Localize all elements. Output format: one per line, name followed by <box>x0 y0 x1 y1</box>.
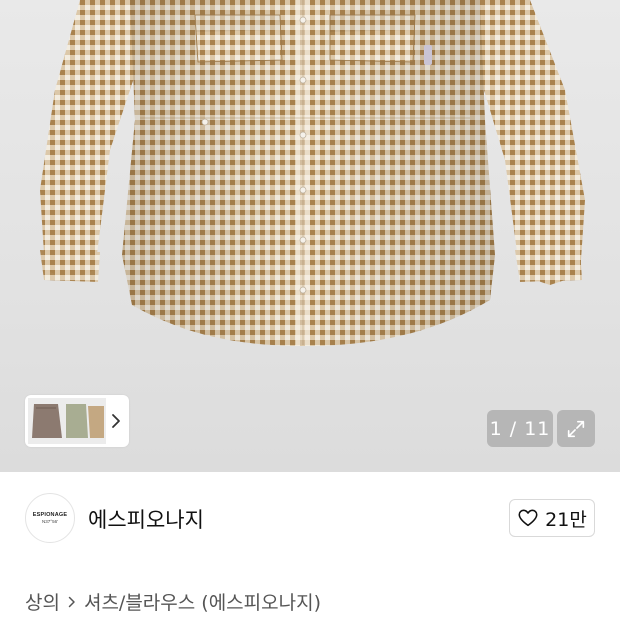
product-gallery[interactable]: 1 / 11 <box>0 0 620 472</box>
heart-outline-icon <box>518 509 538 527</box>
chevron-right-icon <box>66 595 78 609</box>
like-button[interactable]: 21만 <box>509 499 595 537</box>
variant-thumbnails[interactable] <box>28 398 106 444</box>
expand-button[interactable] <box>557 410 595 447</box>
brand-logo-subtext: N37°56' <box>42 519 58 524</box>
like-count: 21만 <box>545 508 587 531</box>
breadcrumb-category[interactable]: 상의 <box>25 588 60 615</box>
breadcrumb: 상의 셔츠/블라우스 (에스피오나지) <box>25 588 321 615</box>
brand-logo-text: ESPIONAGE <box>32 512 68 518</box>
brand-logo[interactable]: ESPIONAGE N37°56' <box>25 493 75 543</box>
brand-name[interactable]: 에스피오나지 <box>88 504 204 534</box>
brand-row: ESPIONAGE N37°56' 에스피오나지 21만 <box>0 472 620 564</box>
chevron-right-icon[interactable] <box>109 410 123 432</box>
breadcrumb-subcategory[interactable]: 셔츠/블라우스 (에스피오나지) <box>84 588 321 615</box>
color-variant-selector[interactable] <box>25 395 129 447</box>
image-page-counter: 1 / 11 <box>487 410 553 447</box>
expand-icon <box>567 420 585 437</box>
